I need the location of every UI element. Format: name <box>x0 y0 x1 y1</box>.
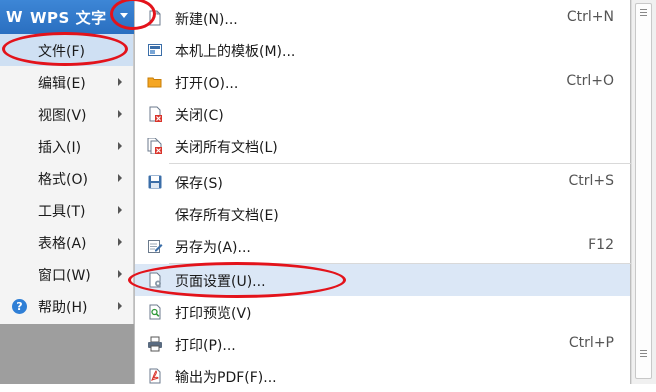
chevron-right-icon <box>118 110 122 118</box>
shortcut-label: F12 <box>588 237 614 253</box>
menu-item-view[interactable]: 视图(V) <box>0 98 133 130</box>
menu-item-save-all[interactable]: 保存所有文档(E) <box>135 198 630 230</box>
menu-item-insert[interactable]: 插入(I) <box>0 130 133 162</box>
menu-item-label: 文件(F) <box>38 44 85 60</box>
menu-item-close[interactable]: 关闭(C) <box>135 98 630 130</box>
menu-item-export-pdf[interactable]: 输出为PDF(F)... <box>135 360 630 392</box>
chevron-right-icon <box>118 206 122 214</box>
print-preview-icon <box>149 304 161 320</box>
page-setup-icon <box>149 272 161 288</box>
chevron-down-icon[interactable] <box>120 13 128 18</box>
vertical-scrollbar[interactable] <box>631 0 656 384</box>
grip-line <box>640 356 647 357</box>
menu-item-label: 新建(N)... <box>175 12 238 28</box>
help-icon: ? <box>12 299 27 314</box>
grip-line <box>640 15 647 16</box>
close-all-icon <box>147 138 162 154</box>
menu-item-print-preview[interactable]: 打印预览(V) <box>135 296 630 328</box>
menu-item-save[interactable]: 保存(S) Ctrl+S <box>135 166 630 198</box>
menu-item-label: 本机上的模板(M)... <box>175 44 296 60</box>
menu-item-label: 表格(A) <box>38 236 87 252</box>
shortcut-label: Ctrl+N <box>566 9 614 25</box>
menu-item-save-as[interactable]: 另存为(A)... F12 <box>135 230 630 262</box>
menu-item-label: 保存(S) <box>175 176 223 192</box>
menu-item-label: 保存所有文档(E) <box>175 208 279 224</box>
menu-item-label: 输出为PDF(F)... <box>175 370 277 386</box>
menu-item-tools[interactable]: 工具(T) <box>0 194 133 226</box>
wps-title: WPS 文字 <box>30 8 107 27</box>
grip-line <box>640 12 647 13</box>
menu-item-label: 打印预览(V) <box>175 306 252 322</box>
chevron-right-icon <box>118 174 122 182</box>
pdf-export-icon <box>149 368 161 384</box>
menu-item-table[interactable]: 表格(A) <box>0 226 133 258</box>
menu-item-format[interactable]: 格式(O) <box>0 162 133 194</box>
menu-item-edit[interactable]: 编辑(E) <box>0 66 133 98</box>
printer-icon <box>148 336 162 352</box>
menu-item-label: 帮助(H) <box>38 300 88 316</box>
menu-item-label: 打印(P)... <box>175 338 236 354</box>
menu-item-label: 页面设置(U)... <box>175 274 266 290</box>
save-icon <box>148 175 162 189</box>
grip-line <box>640 353 647 354</box>
menu-item-label: 工具(T) <box>38 204 86 220</box>
menu-item-label: 视图(V) <box>38 108 87 124</box>
close-document-icon <box>149 106 162 122</box>
menu-item-file[interactable]: 文件(F) <box>0 34 133 66</box>
menu-item-label: 窗口(W) <box>38 268 91 284</box>
menu-item-local-templates[interactable]: 本机上的模板(M)... <box>135 34 630 66</box>
save-as-icon <box>148 240 163 253</box>
menu-item-print[interactable]: 打印(P)... Ctrl+P <box>135 328 630 360</box>
menu-separator <box>169 163 631 164</box>
main-menu: 文件(F) 编辑(E) 视图(V) 插入(I) 格式(O) 工具(T) 表格(A… <box>0 34 134 324</box>
menu-item-close-all[interactable]: 关闭所有文档(L) <box>135 130 630 162</box>
shortcut-label: Ctrl+P <box>568 335 614 351</box>
chevron-right-icon <box>118 270 122 278</box>
grip-line <box>640 9 647 10</box>
shortcut-label: Ctrl+S <box>568 173 614 189</box>
menu-item-label: 格式(O) <box>38 172 88 188</box>
scrollbar-thumb[interactable] <box>635 3 652 379</box>
chevron-right-icon <box>118 238 122 246</box>
chevron-right-icon <box>118 142 122 150</box>
wps-logo: W <box>6 8 23 26</box>
file-submenu: 新建(N)... Ctrl+N 本机上的模板(M)... 打开(O)... Ct… <box>134 0 631 386</box>
menu-item-label: 关闭所有文档(L) <box>175 140 278 156</box>
menu-item-label: 编辑(E) <box>38 76 86 92</box>
open-folder-icon <box>147 77 162 88</box>
chevron-right-icon <box>118 302 122 310</box>
menu-item-new[interactable]: 新建(N)... Ctrl+N <box>135 2 630 34</box>
menu-item-label: 插入(I) <box>38 140 82 156</box>
menu-item-open[interactable]: 打开(O)... Ctrl+O <box>135 66 630 98</box>
grip-line <box>640 350 647 351</box>
shortcut-label: Ctrl+O <box>566 73 614 89</box>
menu-item-label: 打开(O)... <box>175 76 239 92</box>
menu-item-window[interactable]: 窗口(W) <box>0 258 133 290</box>
menu-item-help[interactable]: ? 帮助(H) <box>0 290 133 322</box>
wps-menu-button[interactable]: W WPS 文字 <box>0 0 134 34</box>
document-background <box>0 324 134 384</box>
template-icon <box>148 44 162 56</box>
new-document-icon <box>149 10 161 26</box>
menu-item-page-setup[interactable]: 页面设置(U)... <box>135 264 630 296</box>
chevron-right-icon <box>118 78 122 86</box>
menu-item-label: 另存为(A)... <box>175 240 251 256</box>
menu-item-label: 关闭(C) <box>175 108 224 124</box>
